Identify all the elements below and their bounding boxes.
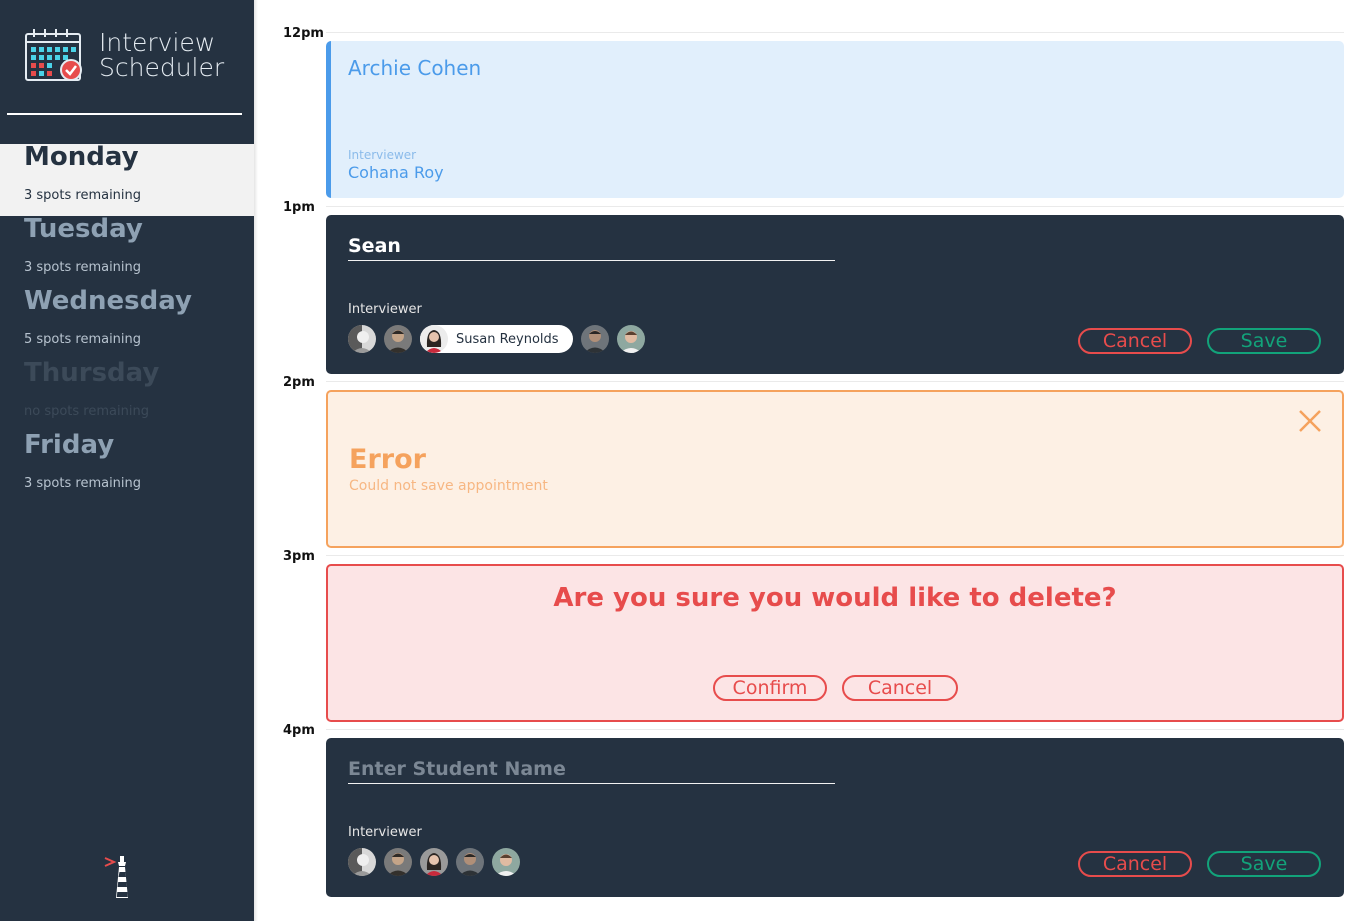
hour-label: 4pm <box>283 723 315 738</box>
calendar-check-icon <box>25 29 82 81</box>
interviewer-selected[interactable]: Susan Reynolds <box>420 325 573 353</box>
hour-divider <box>326 32 1344 33</box>
day-item-tuesday[interactable]: Tuesday 3 spots remaining <box>0 214 254 288</box>
student-name-input[interactable] <box>348 754 835 784</box>
interviewer-avatar[interactable] <box>420 848 448 876</box>
day-item-friday[interactable]: Friday 3 spots remaining <box>0 430 254 504</box>
day-list: Monday 3 spots remaining Tuesday 3 spots… <box>0 142 254 504</box>
day-name: Wednesday <box>24 286 192 316</box>
day-name: Thursday <box>24 358 160 388</box>
interviewer-label: Interviewer <box>348 148 417 162</box>
hour-divider <box>326 206 1344 207</box>
day-spots: 3 spots remaining <box>24 188 142 203</box>
day-spots: 5 spots remaining <box>24 332 142 347</box>
cancel-button[interactable]: Cancel <box>1078 851 1192 877</box>
appointment-edit-form: Interviewer Susan Reynolds Cancel Save <box>326 215 1344 374</box>
student-name-input[interactable] <box>348 231 835 261</box>
interviewer-avatar[interactable] <box>348 848 376 876</box>
confirm-button[interactable]: Confirm <box>713 675 827 701</box>
day-name: Monday <box>24 142 139 172</box>
day-name: Friday <box>24 430 115 460</box>
interviewer-avatar[interactable] <box>616 325 645 353</box>
interviewer-selected-name: Susan Reynolds <box>456 331 559 347</box>
sidebar-divider <box>7 113 242 115</box>
interviewer-avatar[interactable] <box>384 848 412 876</box>
save-button[interactable]: Save <box>1207 328 1321 354</box>
student-name: Archie Cohen <box>348 56 482 80</box>
day-spots: no spots remaining <box>24 404 149 419</box>
interviewer-avatar[interactable] <box>492 848 520 876</box>
interviewer-avatar[interactable] <box>348 325 376 353</box>
save-button[interactable]: Save <box>1207 851 1321 877</box>
interviewer-avatar[interactable] <box>456 848 484 876</box>
appointment-create-form: Interviewer Cancel Save <box>326 738 1344 897</box>
sidebar: Interview Scheduler Monday 3 spots remai… <box>0 0 254 921</box>
app-title-line2: Scheduler <box>99 53 225 82</box>
hour-divider <box>326 381 1344 382</box>
interviewer-avatar[interactable] <box>580 325 609 353</box>
hour-divider <box>326 555 1344 556</box>
hour-label: 12pm <box>283 26 324 41</box>
lighthouse-icon <box>104 856 128 898</box>
interviewer-label: Interviewer <box>348 825 422 840</box>
day-spots: 3 spots remaining <box>24 260 142 275</box>
day-spots: 3 spots remaining <box>24 476 142 491</box>
hour-label: 3pm <box>283 549 315 564</box>
day-item-wednesday[interactable]: Wednesday 5 spots remaining <box>0 286 254 360</box>
interviewer-list <box>348 847 528 877</box>
interviewer-label: Interviewer <box>348 302 422 317</box>
interviewer-list: Susan Reynolds <box>348 324 653 354</box>
interviewer-name: Cohana Roy <box>348 163 444 182</box>
hour-label: 1pm <box>283 200 315 215</box>
app-brand: Interview Scheduler <box>24 28 234 88</box>
day-item-thursday[interactable]: Thursday no spots remaining <box>0 358 254 432</box>
day-item-monday[interactable]: Monday 3 spots remaining <box>0 142 254 216</box>
interviewer-avatar <box>420 325 448 353</box>
error-message: Could not save appointment <box>349 478 548 494</box>
confirm-message: Are you sure you would like to delete? <box>553 583 1117 613</box>
app-title: Interview Scheduler <box>99 30 224 80</box>
schedule: 12pm 1pm 2pm 3pm 4pm Archie Cohen Interv… <box>254 0 1363 921</box>
cancel-button[interactable]: Cancel <box>842 675 958 701</box>
sidebar-shadow <box>254 0 258 921</box>
appointment-show[interactable]: Archie Cohen Interviewer Cohana Roy <box>326 41 1344 198</box>
error-title: Error <box>349 444 426 475</box>
interviewer-avatar[interactable] <box>384 325 412 353</box>
close-icon[interactable] <box>1298 409 1322 433</box>
cancel-button[interactable]: Cancel <box>1078 328 1192 354</box>
appointment-error: Error Could not save appointment <box>326 390 1344 548</box>
hour-label: 2pm <box>283 375 315 390</box>
day-name: Tuesday <box>24 214 143 244</box>
appointment-confirm: Are you sure you would like to delete? C… <box>326 564 1344 722</box>
hour-divider <box>326 729 1344 730</box>
app-title-line1: Interview <box>99 28 216 57</box>
